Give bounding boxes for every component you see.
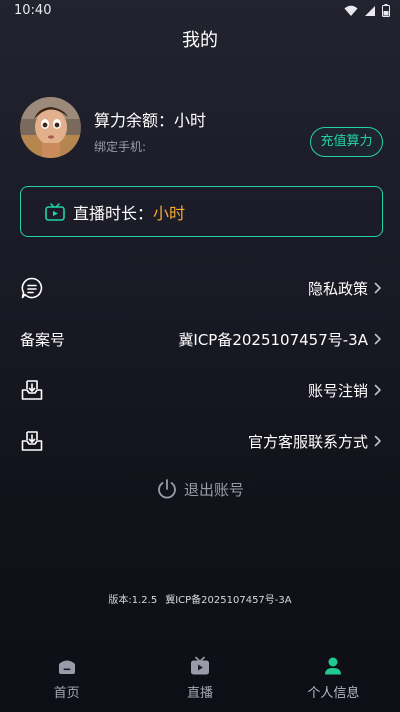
live-tv-icon	[190, 656, 209, 675]
record-right: 冀ICP备2025107457号-3A	[178, 329, 382, 350]
balance-row: 算力余额： 小时	[94, 107, 206, 131]
live-duration-label: 直播时长：	[73, 203, 154, 223]
record-number-value: 冀ICP备2025107457号-3A	[178, 330, 368, 349]
balance-label: 算力余额：	[94, 111, 175, 130]
power-icon	[158, 479, 176, 499]
profile-screen: 10:40 我的 算力余额： 小时 绑定手机: 充值算力 直播时长： 小时 隐私…	[0, 0, 400, 712]
menu-row-record[interactable]: 备案号 冀ICP备2025107457号-3A	[20, 321, 382, 357]
inbox-download-icon	[21, 380, 43, 400]
status-time: 10:40	[14, 3, 52, 18]
logout-label: 退出账号	[183, 480, 244, 499]
chevron-right-icon	[374, 435, 381, 447]
privacy-right: 隐私政策	[308, 278, 382, 299]
version-footer: 版本:1.2.5 冀ICP备2025107457号-3A	[0, 591, 400, 606]
nav-profile-label: 个人信息	[307, 686, 360, 701]
avatar[interactable]	[20, 97, 81, 158]
footer-icp-text: 冀ICP备2025107457号-3A	[165, 595, 292, 606]
battery-icon	[382, 4, 390, 17]
menu-row-account-cancel[interactable]: 账号注销	[20, 372, 382, 408]
user-icon	[325, 657, 342, 675]
signal-icon	[365, 5, 375, 16]
inbox-download-icon	[21, 431, 43, 451]
support-right: 官方客服联系方式	[248, 431, 382, 452]
nav-live-label: 直播	[186, 686, 213, 701]
status-bar: 10:40	[0, 0, 400, 22]
logout-button[interactable]: 退出账号	[0, 478, 400, 500]
live-duration-value: 小时	[153, 203, 186, 223]
nav-profile[interactable]: 个人信息	[267, 646, 400, 712]
phone-binding-label: 绑定手机:	[94, 140, 147, 154]
wifi-icon	[344, 5, 358, 16]
chevron-right-icon	[374, 282, 381, 294]
chevron-right-icon	[374, 384, 381, 396]
nav-home[interactable]: 首页	[0, 646, 133, 712]
page-title: 我的	[182, 30, 218, 51]
status-icons	[344, 4, 390, 17]
support-contact-label: 官方客服联系方式	[247, 432, 368, 451]
tv-icon	[45, 202, 65, 221]
recharge-button[interactable]: 充值算力	[310, 127, 383, 157]
record-number-label: 备案号	[20, 330, 66, 349]
menu-row-privacy[interactable]: 隐私政策	[20, 270, 382, 306]
bottom-nav: 首页 直播 个人信息	[0, 646, 400, 712]
version-text: 版本:1.2.5	[108, 595, 158, 606]
nav-home-label: 首页	[53, 686, 80, 701]
live-duration-card: 直播时长： 小时	[20, 186, 383, 237]
home-icon	[58, 660, 75, 674]
message-icon	[21, 277, 43, 299]
menu-row-support[interactable]: 官方客服联系方式	[20, 423, 382, 459]
account-cancel-right: 账号注销	[308, 380, 382, 401]
chevron-right-icon	[374, 333, 381, 345]
nav-live[interactable]: 直播	[133, 646, 266, 712]
balance-value: 小时	[174, 111, 207, 130]
avatar-icon	[20, 97, 81, 158]
account-cancel-label: 账号注销	[307, 381, 368, 400]
privacy-policy-label: 隐私政策	[307, 279, 368, 298]
